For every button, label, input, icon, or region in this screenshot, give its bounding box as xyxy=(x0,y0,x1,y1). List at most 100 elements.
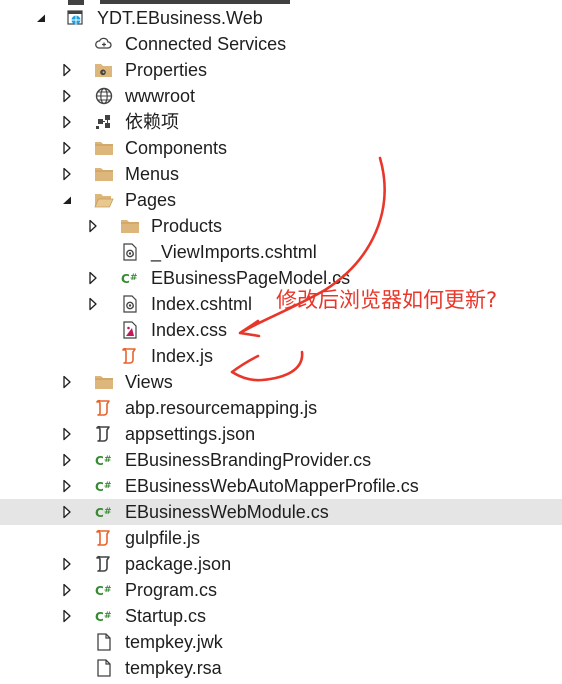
svg-text:#: # xyxy=(104,481,112,491)
tree-item-label: tempkey.rsa xyxy=(125,658,222,678)
tree-item[interactable]: Pages xyxy=(0,187,562,213)
tree-item[interactable]: appsettings.json xyxy=(0,421,562,447)
folder-icon xyxy=(94,165,114,183)
solution-explorer-tree: YDT.EBusiness.Web Connected Services Prope… xyxy=(0,0,562,684)
tree-item[interactable]: abp.resourcemapping.js xyxy=(0,395,562,421)
collapsed-arrow-icon[interactable] xyxy=(62,115,72,129)
folder-open-icon xyxy=(94,191,114,209)
web-project-icon xyxy=(66,9,86,27)
tree-item-label: 依赖项 xyxy=(125,112,179,132)
svg-text:#: # xyxy=(104,585,112,595)
tree-item[interactable]: C # EBusinessWebModule.cs xyxy=(0,499,562,525)
svg-text:C: C xyxy=(95,506,104,520)
tree-item[interactable]: 依赖项 xyxy=(0,109,562,135)
csharp-file-icon: C # xyxy=(94,581,114,599)
tree-item[interactable]: Components xyxy=(0,135,562,161)
tree-item[interactable]: Menus xyxy=(0,161,562,187)
collapsed-arrow-icon[interactable] xyxy=(62,89,72,103)
svg-text:#: # xyxy=(104,507,112,517)
file-icon xyxy=(94,659,114,677)
tree-item-label: EBusinessBrandingProvider.cs xyxy=(125,450,372,470)
tree-item-label: YDT.EBusiness.Web xyxy=(97,8,263,28)
collapsed-arrow-icon[interactable] xyxy=(88,219,98,233)
tree-item-label: Properties xyxy=(125,60,208,80)
tree-item-label: abp.resourcemapping.js xyxy=(125,398,318,418)
tree-item[interactable]: YDT.EBusiness.Web xyxy=(0,5,562,31)
collapsed-arrow-icon[interactable] xyxy=(62,479,72,493)
json-file-icon xyxy=(94,555,114,573)
tree-item[interactable]: Products xyxy=(0,213,562,239)
tree-item[interactable]: C # EBusinessBrandingProvider.cs xyxy=(0,447,562,473)
tree-item[interactable]: gulpfile.js xyxy=(0,525,562,551)
js-file-icon xyxy=(94,529,114,547)
csharp-file-icon: C # xyxy=(94,477,114,495)
tree-item[interactable]: wwwroot xyxy=(0,83,562,109)
tree-item-label: tempkey.jwk xyxy=(125,632,223,652)
json-file-icon xyxy=(94,425,114,443)
tree-item-label: Program.cs xyxy=(125,580,218,600)
csharp-file-icon: C # xyxy=(94,607,114,625)
globe-icon xyxy=(94,87,114,105)
tree-item[interactable]: Connected Services xyxy=(0,31,562,57)
collapsed-arrow-icon[interactable] xyxy=(62,609,72,623)
folder-icon xyxy=(94,139,114,157)
expanded-arrow-icon[interactable] xyxy=(36,11,46,25)
collapsed-arrow-icon[interactable] xyxy=(88,297,98,311)
tree-item[interactable]: C # Startup.cs xyxy=(0,603,562,629)
tree-item[interactable]: tempkey.jwk xyxy=(0,629,562,655)
tree-item-label: EBusinessWebModule.cs xyxy=(125,502,329,522)
collapsed-arrow-icon[interactable] xyxy=(62,583,72,597)
tree-item-label: EBusinessWebAutoMapperProfile.cs xyxy=(125,476,419,496)
tree-item-label: Components xyxy=(125,138,228,158)
tree-item-label: Menus xyxy=(125,164,180,184)
css-file-icon xyxy=(120,321,140,339)
collapsed-arrow-icon[interactable] xyxy=(62,141,72,155)
tree-item[interactable]: _ViewImports.cshtml xyxy=(0,239,562,265)
collapsed-arrow-icon[interactable] xyxy=(62,63,72,77)
folder-icon xyxy=(94,373,114,391)
collapsed-arrow-icon[interactable] xyxy=(62,427,72,441)
tree-item-label: appsettings.json xyxy=(125,424,256,444)
tree-item[interactable]: Index.js xyxy=(0,343,562,369)
svg-text:C: C xyxy=(95,454,104,468)
svg-text:C: C xyxy=(121,272,130,286)
collapsed-arrow-icon[interactable] xyxy=(62,167,72,181)
tree-item[interactable]: C # Program.cs xyxy=(0,577,562,603)
tree-item-label: Index.css xyxy=(151,320,228,340)
tree-item-label: Pages xyxy=(125,190,177,210)
razor-file-icon xyxy=(120,295,140,313)
collapsed-arrow-icon[interactable] xyxy=(88,271,98,285)
collapsed-arrow-icon[interactable] xyxy=(62,375,72,389)
tree-item[interactable]: Index.css xyxy=(0,317,562,343)
clipped-top-row xyxy=(0,0,300,5)
js-file-icon xyxy=(120,347,140,365)
tree-item-label: Views xyxy=(125,372,173,392)
svg-text:C: C xyxy=(95,584,104,598)
svg-text:#: # xyxy=(130,273,138,283)
tree-item[interactable]: C # EBusinessWebAutoMapperProfile.cs xyxy=(0,473,562,499)
collapsed-arrow-icon[interactable] xyxy=(62,505,72,519)
tree-item-label: EBusinessPageModel.cs xyxy=(151,268,351,288)
collapsed-arrow-icon[interactable] xyxy=(62,557,72,571)
svg-text:#: # xyxy=(104,455,112,465)
tree-item-label: Index.js xyxy=(151,346,214,366)
tree-item[interactable]: package.json xyxy=(0,551,562,577)
tree-item-label: gulpfile.js xyxy=(125,528,201,548)
csharp-file-icon: C # xyxy=(94,451,114,469)
collapsed-arrow-icon[interactable] xyxy=(62,453,72,467)
tree-item-label: Connected Services xyxy=(125,34,287,54)
tree-item-label: Products xyxy=(151,216,223,236)
tree-item-label: Startup.cs xyxy=(125,606,207,626)
expanded-arrow-icon[interactable] xyxy=(62,193,72,207)
tree-item[interactable]: tempkey.rsa xyxy=(0,655,562,681)
dependencies-icon xyxy=(94,113,114,131)
tree-item-label: Index.cshtml xyxy=(151,294,253,314)
file-icon xyxy=(94,633,114,651)
tree-item[interactable]: Properties xyxy=(0,57,562,83)
svg-text:#: # xyxy=(104,611,112,621)
razor-file-icon xyxy=(120,243,140,261)
properties-folder-icon xyxy=(94,61,114,79)
tree-item[interactable]: Views xyxy=(0,369,562,395)
annotation-text: 修改后浏览器如何更新? xyxy=(276,288,498,312)
tree-item-label: _ViewImports.cshtml xyxy=(151,242,317,262)
